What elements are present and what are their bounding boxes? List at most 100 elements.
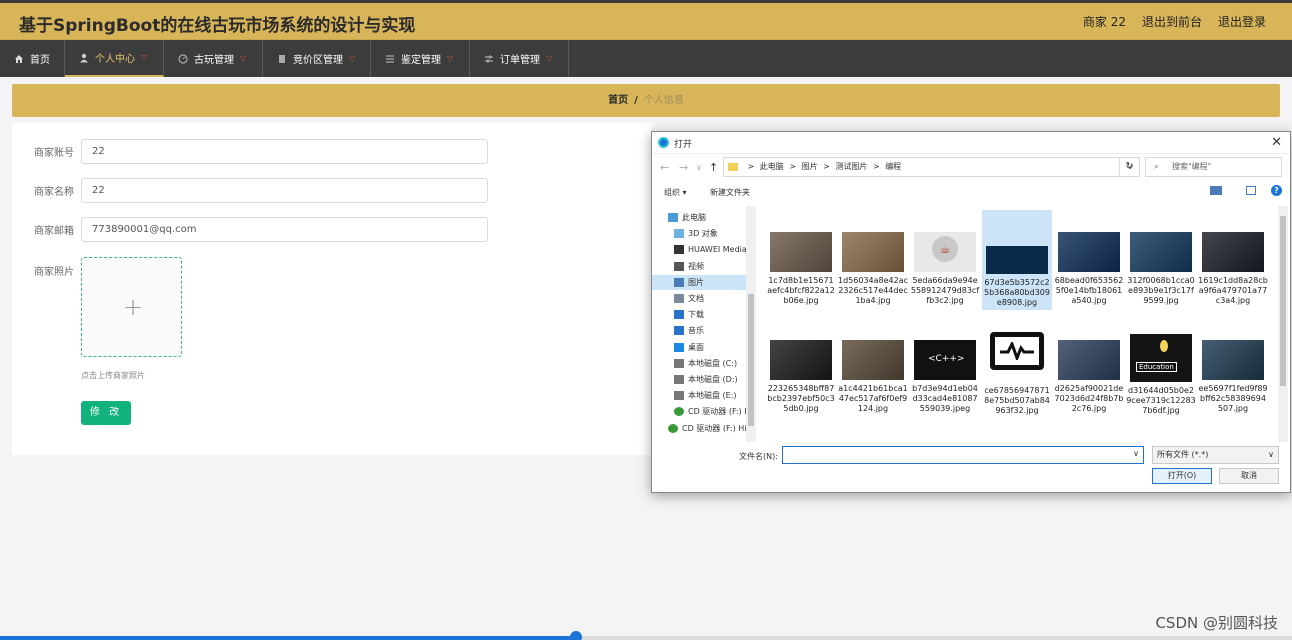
nav-item-profile[interactable]: 个人中心 ▽ <box>65 40 164 77</box>
nav-item-antiques[interactable]: 古玩管理 ▽ <box>164 40 263 77</box>
forward-arrow-icon[interactable]: → <box>679 161 688 174</box>
account-input[interactable]: 22 <box>81 139 488 164</box>
tree-item[interactable]: 音乐 <box>652 323 746 338</box>
up-arrow-icon[interactable]: ↑ <box>709 161 718 174</box>
file-item[interactable]: a1c4421b61bca147ec517af6f0ef9124.jpg <box>838 318 908 418</box>
address-path[interactable]: > 此电脑 > 图片 > 测试图片 > 编程 ∨ <box>723 157 1140 177</box>
file-item[interactable] <box>766 420 836 442</box>
tree-item[interactable]: 此电脑 <box>652 210 746 225</box>
path-segment[interactable]: 编程 <box>885 162 901 171</box>
file-item[interactable]: <C++> b7d3e94d1eb04d33cad4e81087559039.jp… <box>910 318 980 418</box>
tree-item[interactable]: 下载 <box>652 307 746 322</box>
tree-item[interactable]: 本地磁盘 (D:) <box>652 372 746 387</box>
file-item[interactable]: ee5697f1fed9f89bff62c58389694507.jpg <box>1198 318 1268 418</box>
logout-link[interactable]: 退出登录 <box>1218 13 1266 30</box>
file-thumbnail <box>986 330 1048 382</box>
help-icon[interactable]: ? <box>1271 185 1282 196</box>
dashboard-icon <box>178 53 188 64</box>
file-item[interactable]: 1619c1dd8a28cba9f6a479701a77c3a4.jpg <box>1198 210 1268 310</box>
nav-item-bidding[interactable]: 竞价区管理 ▽ <box>263 40 371 77</box>
document-icon <box>674 294 684 303</box>
file-item[interactable]: 1d56034a8e42ac2326c517e44dec1ba4.jpg <box>838 210 908 310</box>
dialog-titlebar[interactable]: 打开 ✕ <box>652 132 1290 154</box>
path-segment[interactable]: 此电脑 <box>760 162 784 171</box>
file-thumbnail <box>986 246 1048 274</box>
scrollbar-thumb[interactable] <box>1280 216 1286 386</box>
photo-upload[interactable]: + <box>81 257 182 357</box>
name-input[interactable]: 22 <box>81 178 488 203</box>
user-label: 商家 22 <box>1082 15 1126 29</box>
progress-knob[interactable] <box>570 631 583 640</box>
file-thumbnail: ☕ <box>914 232 976 272</box>
file-thumbnail <box>842 232 904 272</box>
scrollbar-thumb[interactable] <box>748 294 754 426</box>
plus-icon: + <box>123 293 144 321</box>
tree-item[interactable]: 3D 对象 <box>652 226 746 241</box>
grid-scrollbar[interactable] <box>1278 206 1288 442</box>
nav-item-label: 鉴定管理 <box>401 55 441 66</box>
file-name: 312f0068b1cca0e893b9e1f3c17f9599.jpg <box>1127 276 1195 305</box>
preview-pane-icon[interactable] <box>1246 186 1256 195</box>
organize-menu[interactable]: 组织 ▾ <box>664 187 687 198</box>
tree-item[interactable]: 本地磁盘 (C:) <box>652 356 746 371</box>
tree-item[interactable]: 文档 <box>652 291 746 306</box>
path-segment[interactable]: 测试图片 <box>835 162 867 171</box>
breadcrumb-home[interactable]: 首页 <box>608 95 628 106</box>
tree-item[interactable]: CD 驱动器 (F:) Hi <box>652 421 746 436</box>
tree-item-label: CD 驱动器 (F:) H <box>688 407 746 417</box>
path-segment[interactable]: 图片 <box>802 162 818 171</box>
file-thumbnail: Education <box>1130 334 1192 382</box>
tree-item-label: 图片 <box>688 277 704 287</box>
refresh-icon[interactable]: ↻ <box>1119 157 1139 177</box>
tree-item[interactable]: 桌面 <box>652 340 746 355</box>
file-item[interactable]: 68bead0f6535625f0e14bfb18061a540.jpg <box>1054 210 1124 310</box>
search-input[interactable]: ⌕ 搜索"编程" <box>1145 157 1282 177</box>
computer-icon <box>668 213 678 222</box>
music-icon <box>674 326 684 336</box>
tree-item[interactable]: 本地磁盘 (E:) <box>652 388 746 403</box>
file-item[interactable]: 1c7d8b1e15671aefc4bfcf822a12b06e.jpg <box>766 210 836 310</box>
tree-item[interactable]: 图片 <box>652 274 746 290</box>
filename-input[interactable]: ∨ <box>782 446 1144 464</box>
file-item[interactable]: ce678569478718e75bd507ab84963f32.jpg <box>982 318 1052 418</box>
file-thumbnail <box>770 340 832 380</box>
chevron-down-icon: ▽ <box>240 54 247 63</box>
tree-item[interactable]: 视频 <box>652 259 746 274</box>
back-arrow-icon[interactable]: ← <box>660 161 669 174</box>
view-options-icon[interactable] <box>1210 186 1222 195</box>
email-input[interactable]: 773890001@qq.com <box>81 217 488 242</box>
home-icon <box>15 54 23 63</box>
file-name: 5eda66da9e94e558912479d83cffb3c2.jpg <box>910 276 980 305</box>
file-item[interactable]: Education d31644d05b0e29cee7319c122837b6d… <box>1126 318 1196 418</box>
nav-item-home[interactable]: 首页 <box>0 40 65 77</box>
tree-item-label: 本地磁盘 (D:) <box>688 375 738 384</box>
breadcrumb: 首页 / 个人信息 <box>12 84 1280 117</box>
new-folder-button[interactable]: 新建文件夹 <box>710 187 750 198</box>
chevron-down-icon: ▽ <box>447 54 454 63</box>
open-button[interactable]: 打开(O) <box>1152 468 1212 484</box>
file-name: 67d3e5b3572c25b368a80bd309e8908.jpg <box>984 278 1050 307</box>
tree-item[interactable]: HUAWEI Media <box>652 242 746 257</box>
front-link[interactable]: 退出到前台 <box>1142 13 1202 30</box>
file-item[interactable]: ☕ 5eda66da9e94e558912479d83cffb3c2.jpg <box>910 210 980 310</box>
filename-label: 文件名(N): <box>739 452 778 461</box>
nav-item-appraisal[interactable]: 鉴定管理 ▽ <box>371 40 470 77</box>
file-item[interactable]: d2625af90021de7023d6d24f8b7b2c76.jpg <box>1054 318 1124 418</box>
tree-scrollbar[interactable] <box>746 206 756 442</box>
file-item[interactable]: 223265348bff87bcb2397ebf50c35db0.jpg <box>766 318 836 418</box>
file-item[interactable]: 312f0068b1cca0e893b9e1f3c17f9599.jpg <box>1126 210 1196 310</box>
video-progress-bar[interactable] <box>0 631 1292 640</box>
filetype-select[interactable]: 所有文件 (*.*) ∨ <box>1152 446 1279 464</box>
chevron-down-icon[interactable]: ∨ <box>696 163 702 172</box>
chevron-down-icon[interactable]: ∨ <box>1133 449 1139 458</box>
search-icon: ⌕ <box>1154 162 1159 171</box>
submit-button[interactable]: 修 改 <box>81 401 131 425</box>
cancel-button[interactable]: 取消 <box>1219 468 1279 484</box>
nav-item-orders[interactable]: 订单管理 ▽ <box>470 40 569 77</box>
close-icon[interactable]: ✕ <box>1271 135 1282 150</box>
name-row: 商家名称 22 <box>34 178 488 203</box>
nav-item-label: 首页 <box>30 55 50 66</box>
file-item[interactable]: 67d3e5b3572c25b368a80bd309e8908.jpg <box>982 210 1052 310</box>
tree-item[interactable]: CD 驱动器 (F:) H <box>652 404 746 419</box>
account-label: 商家账号 <box>34 148 74 159</box>
